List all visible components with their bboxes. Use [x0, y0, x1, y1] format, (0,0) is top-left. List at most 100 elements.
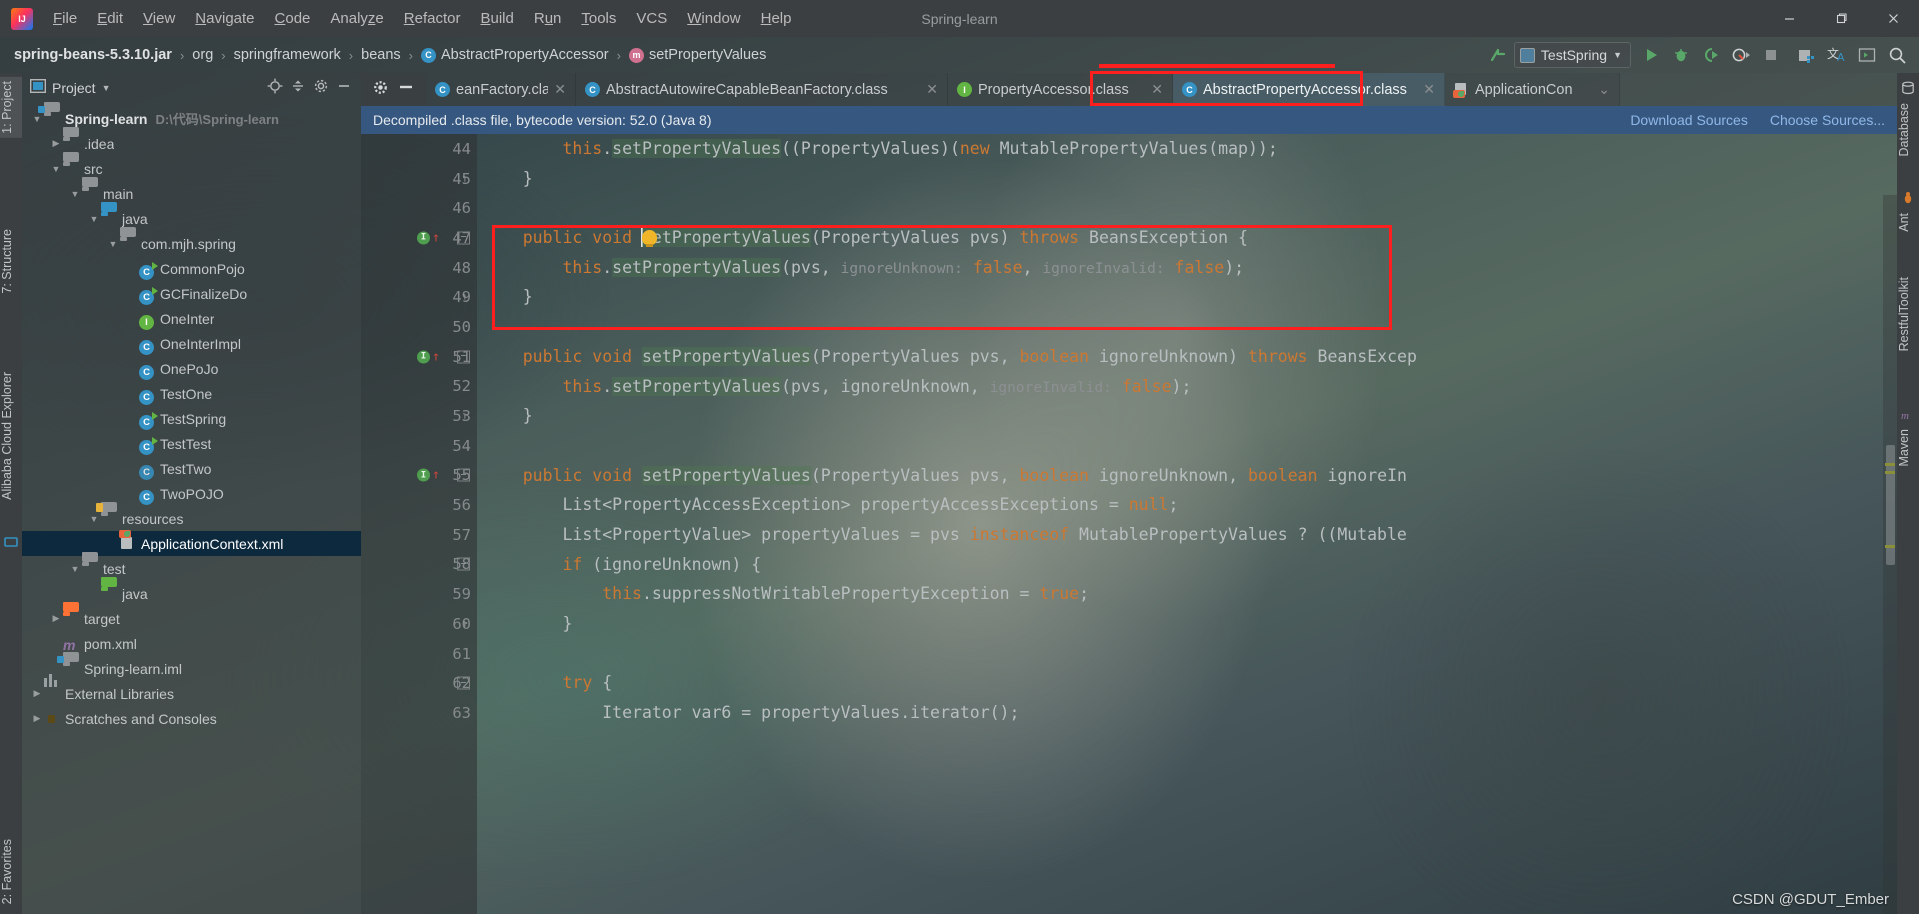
fold-end-icon[interactable]: ⌐: [457, 617, 470, 630]
chevron-down-icon[interactable]: ⌄: [1598, 81, 1610, 98]
tree-item-spring-learn-iml[interactable]: ▶Spring-learn.iml: [22, 651, 361, 681]
implementation-marker-icon[interactable]: I ↑: [417, 231, 440, 245]
sidebar-item-restfultoolkit[interactable]: RestfulToolkit: [1897, 273, 1919, 355]
menu-item-tools[interactable]: Tools: [571, 7, 626, 30]
menu-item-window[interactable]: Window: [677, 7, 750, 30]
fold-collapse-icon[interactable]: −: [457, 557, 470, 571]
tree-item-oneinterimpl[interactable]: ▶COneInterImpl: [22, 331, 361, 356]
code-line-60[interactable]: }: [483, 609, 1897, 639]
code-line-44[interactable]: this.setPropertyValues((PropertyValues)(…: [483, 134, 1897, 164]
error-marker[interactable]: [1885, 545, 1895, 548]
code-line-53[interactable]: }: [483, 401, 1897, 431]
code-line-59[interactable]: this.suppressNotWritablePropertyExceptio…: [483, 579, 1897, 609]
code-line-49[interactable]: }: [483, 282, 1897, 312]
gutter-line-63[interactable]: 63: [361, 698, 477, 728]
gutter-line-56[interactable]: 56: [361, 490, 477, 520]
tree-item-gcfinalizedo[interactable]: ▶CGCFinalizeDo: [22, 281, 361, 306]
fold-end-icon[interactable]: ⌐: [457, 172, 470, 185]
menu-item-navigate[interactable]: Navigate: [185, 7, 264, 30]
fold-collapse-icon[interactable]: −: [457, 676, 470, 690]
implementation-marker-icon[interactable]: I ↑: [417, 468, 440, 482]
menu-item-view[interactable]: View: [133, 7, 185, 30]
code-line-45[interactable]: }: [483, 164, 1897, 194]
menu-item-vcs[interactable]: VCS: [626, 7, 677, 30]
close-icon[interactable]: ✕: [554, 81, 566, 98]
chevron-right-icon[interactable]: ▶: [30, 687, 44, 701]
download-sources-link[interactable]: Download Sources: [1630, 112, 1748, 128]
tree-item-testtest[interactable]: ▶CTestTest: [22, 431, 361, 456]
code-line-61[interactable]: [483, 639, 1897, 669]
menu-item-help[interactable]: Help: [751, 7, 802, 30]
menu-item-edit[interactable]: Edit: [87, 7, 133, 30]
tree-item-external-libraries[interactable]: ▶ External Libraries: [22, 673, 361, 706]
tree-item-java[interactable]: ▼ java: [22, 201, 361, 231]
editor-scrollbar[interactable]: [1883, 195, 1897, 914]
chevron-right-icon[interactable]: ▶: [49, 612, 63, 626]
code-line-47[interactable]: public void setPropertyValues(PropertyVa…: [483, 223, 1897, 253]
gutter-line-47[interactable]: 47 I ↑ −: [361, 223, 477, 253]
gutter-line-50[interactable]: 50: [361, 312, 477, 342]
gutter-line-58[interactable]: 58−: [361, 550, 477, 580]
profiler-icon[interactable]: [1727, 41, 1755, 69]
close-button[interactable]: [1867, 0, 1919, 37]
code-line-62[interactable]: try {: [483, 668, 1897, 698]
run-icon[interactable]: [1637, 41, 1665, 69]
stop-icon[interactable]: [1757, 41, 1785, 69]
terminal-icon[interactable]: [1853, 41, 1881, 69]
settings-gear-icon[interactable]: [373, 80, 388, 100]
sidebar-item-favorites[interactable]: 2: Favorites: [0, 835, 22, 908]
gutter-line-62[interactable]: 62−: [361, 668, 477, 698]
intention-bulb-icon[interactable]: [641, 230, 657, 248]
search-everywhere-icon[interactable]: [1883, 41, 1911, 69]
menu-item-build[interactable]: Build: [470, 7, 523, 30]
gutter-line-48[interactable]: 48: [361, 253, 477, 283]
minimize-button[interactable]: [1763, 0, 1815, 37]
code-text[interactable]: this.setPropertyValues((PropertyValues)(…: [477, 134, 1897, 914]
tree-item-applicationcontext-xml[interactable]: ▶ApplicationContext.xml: [22, 529, 361, 556]
menu-item-run[interactable]: Run: [524, 7, 572, 30]
tree-item-oneinter[interactable]: ▶IOneInter: [22, 306, 361, 331]
menu-item-analyze[interactable]: Analyze: [320, 7, 393, 30]
run-with-coverage-icon[interactable]: [1697, 41, 1725, 69]
tree-item-src[interactable]: ▼ src: [22, 151, 361, 181]
editor-gutter[interactable]: 44 45 ⌐ 46 47 I ↑ −48 49 ⌐ 50 51 I ↑ −52 53 ⌐ 54 55 I ↑ −56 57…: [361, 134, 477, 914]
sidebar-item-alibaba-cloud-explorer[interactable]: Alibaba Cloud Explorer: [0, 368, 22, 504]
sidebar-item-ant[interactable]: Ant: [1897, 209, 1919, 236]
sidebar-item-database[interactable]: Database: [1897, 99, 1919, 161]
fold-collapse-icon[interactable]: −: [457, 468, 470, 482]
tree-item-main[interactable]: ▼ main: [22, 176, 361, 206]
editor-tab-abstractpropertyaccessor-class[interactable]: C AbstractPropertyAccessor.class ✕: [1173, 73, 1445, 106]
code-line-52[interactable]: this.setPropertyValues(pvs, ignoreUnknow…: [483, 372, 1897, 402]
collapse-all-icon[interactable]: [290, 78, 306, 99]
chevron-right-icon[interactable]: ▶: [49, 137, 63, 151]
tree-item-commonpojo[interactable]: ▶CCommonPojo: [22, 256, 361, 281]
tree-item-com-mjh-spring[interactable]: ▼ com.mjh.spring: [22, 226, 361, 256]
chevron-down-icon[interactable]: ▼: [49, 162, 63, 176]
code-line-51[interactable]: public void setPropertyValues(PropertyVa…: [483, 342, 1897, 372]
code-line-63[interactable]: Iterator var6 = propertyValues.iterator(…: [483, 698, 1897, 728]
breadcrumb-item-abstractpropertyaccessor[interactable]: C AbstractPropertyAccessor: [420, 47, 609, 63]
debug-icon[interactable]: [1667, 41, 1695, 69]
locate-icon[interactable]: [267, 78, 283, 99]
chevron-down-icon[interactable]: ▼: [87, 212, 101, 226]
fold-end-icon[interactable]: ⌐: [457, 291, 470, 304]
gutter-line-44[interactable]: 44: [361, 134, 477, 164]
code-line-50[interactable]: [483, 312, 1897, 342]
tree-item-twopojo[interactable]: ▶CTwoPOJO: [22, 481, 361, 506]
editor-tab-eanfactory-class[interactable]: CeanFactory.class ✕: [426, 73, 576, 106]
menu-item-refactor[interactable]: Refactor: [394, 7, 471, 30]
gutter-line-52[interactable]: 52: [361, 372, 477, 402]
tree-item-resources[interactable]: ▼ resources: [22, 501, 361, 531]
gutter-line-60[interactable]: 60 ⌐: [361, 609, 477, 639]
settings-gear-icon[interactable]: [313, 78, 329, 99]
breadcrumb-item-org[interactable]: org: [192, 47, 213, 63]
error-marker[interactable]: [1885, 471, 1895, 474]
breadcrumb-item-beans[interactable]: beans: [361, 47, 401, 63]
run-configuration-selector[interactable]: TestSpring ▼: [1513, 42, 1631, 68]
code-line-57[interactable]: List<PropertyValue> propertyValues = pvs…: [483, 520, 1897, 550]
fold-end-icon[interactable]: ⌐: [457, 410, 470, 423]
tree-item-onepojo[interactable]: ▶COnePoJo: [22, 356, 361, 381]
menu-item-code[interactable]: Code: [265, 7, 321, 30]
fold-collapse-icon[interactable]: −: [457, 350, 470, 364]
code-line-46[interactable]: [483, 193, 1897, 223]
